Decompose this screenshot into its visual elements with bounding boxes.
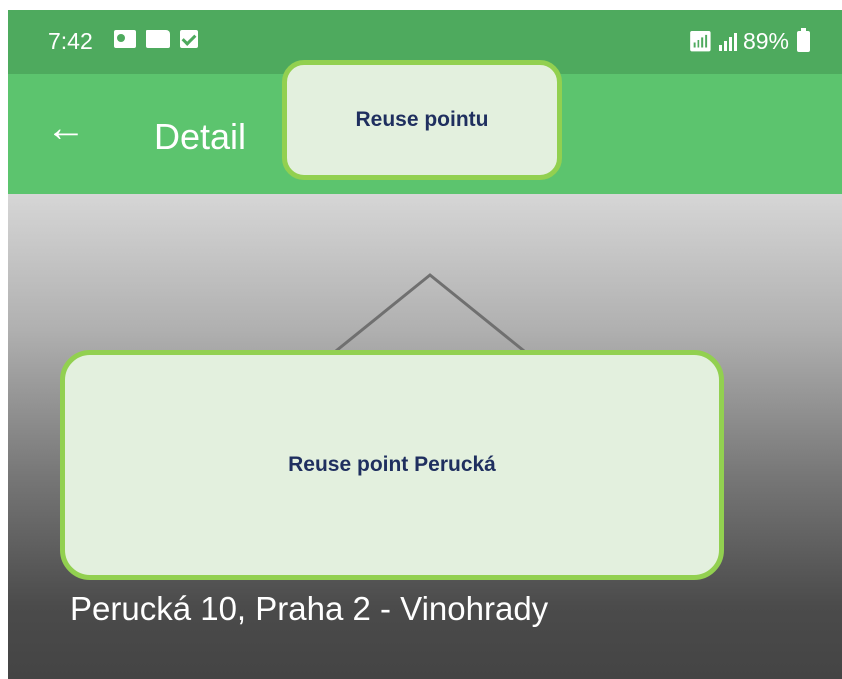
checkbox-icon [180, 30, 198, 48]
status-time: 7:42 [48, 28, 93, 54]
battery-percent: 89% [742, 28, 789, 54]
signal-icon [718, 32, 737, 51]
annotation-text-top: Reuse pointu [355, 108, 489, 131]
annotation-text-middle: Reuse point Perucká [288, 453, 496, 476]
page-title: Detail [154, 116, 247, 157]
wifi-icon: 📶︎ [687, 31, 713, 53]
back-arrow-icon[interactable]: ← [46, 108, 86, 148]
annotation-callout-middle: Reuse point Perucká [60, 350, 724, 580]
annotation-callout-top: Reuse pointu [282, 60, 562, 180]
battery-icon [797, 28, 810, 52]
system-status: 📶︎ 89% [688, 28, 810, 55]
address-label: Perucká 10, Praha 2 - Vinohrady [70, 590, 549, 627]
folder-icon [146, 30, 170, 48]
notification-icons [114, 30, 198, 48]
card-icon [114, 30, 136, 48]
